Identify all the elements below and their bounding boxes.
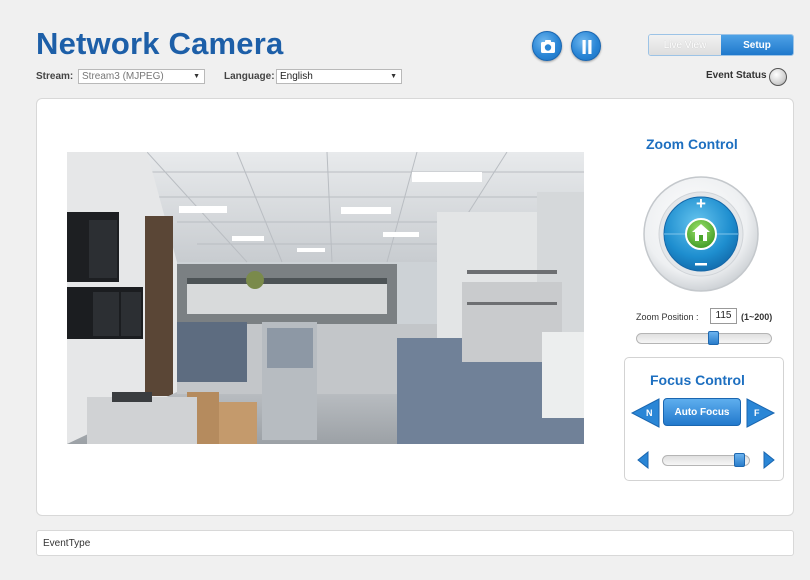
focus-control-title: Focus Control [650,372,745,388]
zoom-position-input[interactable]: 115 [710,308,737,324]
chevron-right-icon [763,451,775,469]
stream-select-value: Stream3 (MJPEG) [82,71,164,82]
view-toggle: Live View Setup [648,34,794,56]
stream-label: Stream: [36,71,74,82]
stream-select[interactable]: Stream3 (MJPEG) ▼ [78,69,205,84]
minus-icon [695,263,707,266]
event-type-label: EventType [43,538,91,549]
zoom-out-button[interactable] [695,263,707,266]
auto-focus-button[interactable]: Auto Focus [663,398,741,426]
focus-near-label: N [646,408,653,418]
zoom-position-label: Zoom Position : [636,312,699,322]
pause-icon [582,40,592,54]
language-select-value: English [280,71,313,82]
focus-far-button[interactable] [746,398,776,428]
camera-icon [541,40,555,53]
event-status-indicator [769,68,787,86]
zoom-slider-thumb[interactable] [708,331,719,345]
pause-button[interactable] [571,31,601,61]
focus-step-right-button[interactable] [762,451,776,469]
app-title: Network Camera [36,26,284,61]
zoom-home-button[interactable] [685,218,717,250]
event-status-label: Event Status [706,70,767,81]
chevron-down-icon: ▼ [193,73,200,80]
chevron-left-icon [637,451,649,469]
event-type-bar: EventType [36,530,794,556]
chevron-down-icon: ▼ [390,73,397,80]
plus-icon: + [696,194,706,213]
focus-slider[interactable] [662,453,750,467]
zoom-control-dial: + [643,176,759,292]
zoom-in-button[interactable]: + [696,194,706,213]
language-select[interactable]: English ▼ [276,69,402,84]
zoom-control-title: Zoom Control [646,136,738,152]
zoom-slider[interactable] [636,331,772,345]
zoom-range-label: (1~200) [741,312,773,322]
focus-step-left-button[interactable] [636,451,650,469]
focus-slider-thumb[interactable] [734,453,745,467]
language-label: Language: [224,71,275,82]
focus-far-label: F [754,408,760,418]
snapshot-button[interactable] [532,31,562,61]
setup-button[interactable]: Setup [721,35,793,55]
live-video-feed[interactable] [67,152,584,444]
live-view-button[interactable]: Live View [649,35,721,55]
focus-near-button[interactable] [630,398,660,428]
